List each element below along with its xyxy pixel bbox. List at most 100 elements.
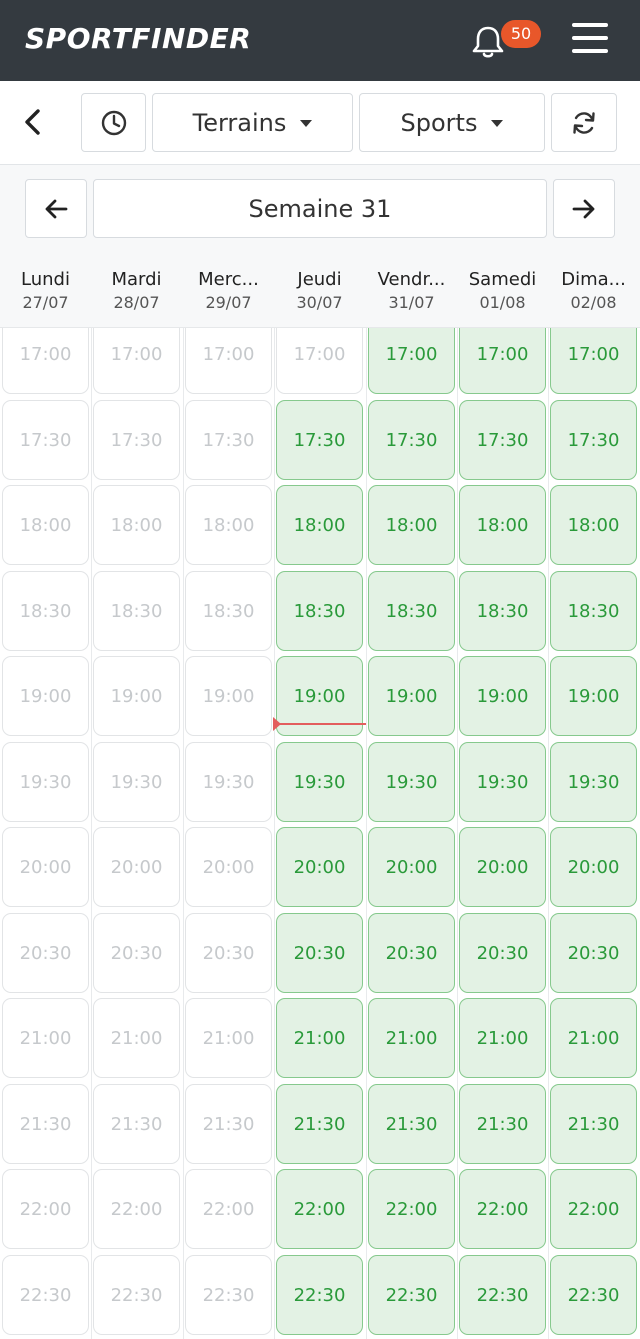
timeslot-available[interactable]: 21:30 <box>368 1084 455 1164</box>
timeslot-unavailable: 21:00 <box>93 998 180 1078</box>
timeslot-available[interactable]: 19:30 <box>459 742 546 822</box>
navbar: SPORTFINDER 50 <box>0 0 640 81</box>
timeslot-available[interactable]: 19:00 <box>368 656 455 736</box>
day-date: 29/07 <box>205 293 252 312</box>
timeslot-available[interactable]: 20:00 <box>276 827 363 907</box>
logo-sport-text: SPORT <box>25 22 132 55</box>
day-name: Samedi <box>468 269 537 290</box>
timeslot-unavailable: 22:00 <box>93 1169 180 1249</box>
timeslot-unavailable: 19:30 <box>185 742 272 822</box>
timeslot-available[interactable]: 19:30 <box>368 742 455 822</box>
timeslot-unavailable: 20:00 <box>93 827 180 907</box>
timeslot-available[interactable]: 18:30 <box>550 571 637 651</box>
timeslot-unavailable: 17:30 <box>185 400 272 480</box>
timeslot-available[interactable]: 18:30 <box>368 571 455 651</box>
timeslot-available[interactable]: 21:00 <box>459 998 546 1078</box>
timeslot-available[interactable]: 19:30 <box>276 742 363 822</box>
timeslot-available[interactable]: 21:00 <box>550 998 637 1078</box>
timeslot-available[interactable]: 20:00 <box>550 827 637 907</box>
timeslot-unavailable: 20:00 <box>185 827 272 907</box>
day-column: 17:00 17:30 18:00 18:30 19:00 19:30 20:00 20:30… <box>457 328 548 1339</box>
timeslot-available[interactable]: 20:30 <box>459 913 546 993</box>
timeslot-available[interactable]: 20:00 <box>459 827 546 907</box>
clock-icon <box>101 110 126 135</box>
timeslot-unavailable: 19:30 <box>2 742 89 822</box>
timeslot-available[interactable]: 22:30 <box>459 1255 546 1335</box>
timeslot-unavailable: 17:30 <box>93 400 180 480</box>
terrains-dropdown[interactable]: Terrains <box>152 93 353 152</box>
menu-icon[interactable] <box>572 23 608 57</box>
column-divider <box>457 328 458 1339</box>
timeslot-available[interactable]: 22:00 <box>368 1169 455 1249</box>
timeslot-unavailable: 21:30 <box>185 1084 272 1164</box>
timeslot-unavailable: 17:00 <box>276 328 363 394</box>
timeslot-available[interactable]: 17:30 <box>276 400 363 480</box>
timeslot-available[interactable]: 21:30 <box>550 1084 637 1164</box>
timeslot-available[interactable]: 17:30 <box>550 400 637 480</box>
day-header: Merc... 29/07 <box>183 268 274 314</box>
timeslot-available[interactable]: 22:30 <box>276 1255 363 1335</box>
timeslot-available[interactable]: 21:30 <box>459 1084 546 1164</box>
timeslot-unavailable: 21:00 <box>2 998 89 1078</box>
timeslot-available[interactable]: 18:00 <box>276 485 363 565</box>
timeslot-available[interactable]: 19:00 <box>550 656 637 736</box>
day-name: Vendr... <box>377 269 446 290</box>
timeslot-available[interactable]: 20:00 <box>368 827 455 907</box>
day-column: 17:00 17:30 18:00 18:30 19:00 19:30 20:00 20:30… <box>548 328 639 1339</box>
timeslot-unavailable: 21:30 <box>2 1084 89 1164</box>
timeslot-available[interactable]: 18:00 <box>368 485 455 565</box>
next-week-button[interactable] <box>553 179 615 238</box>
timeslot-available[interactable]: 21:00 <box>276 998 363 1078</box>
timeslot-available[interactable]: 19:00 <box>459 656 546 736</box>
timeslot-unavailable: 18:00 <box>93 485 180 565</box>
timeslot-available[interactable]: 19:30 <box>550 742 637 822</box>
timeslot-available[interactable]: 17:00 <box>459 328 546 394</box>
timeslot-unavailable: 22:00 <box>2 1169 89 1249</box>
timeslot-available[interactable]: 20:30 <box>276 913 363 993</box>
timeslot-available[interactable]: 21:30 <box>276 1084 363 1164</box>
timeslot-available[interactable]: 22:00 <box>459 1169 546 1249</box>
refresh-button[interactable] <box>551 93 617 152</box>
sportfinder-logo[interactable]: SPORTFINDER <box>25 22 251 55</box>
timeslot-unavailable: 20:30 <box>185 913 272 993</box>
day-date: 31/07 <box>388 293 435 312</box>
timeslot-available[interactable]: 17:30 <box>368 400 455 480</box>
timeslot-available[interactable]: 17:00 <box>368 328 455 394</box>
timeslot-available[interactable]: 21:00 <box>368 998 455 1078</box>
week-button[interactable]: Semaine 31 <box>93 179 547 238</box>
timeslot-available[interactable]: 18:00 <box>550 485 637 565</box>
timeslot-available[interactable]: 18:30 <box>459 571 546 651</box>
timeslot-unavailable: 19:00 <box>93 656 180 736</box>
caret-down-icon <box>300 120 313 127</box>
day-date: 01/08 <box>479 293 526 312</box>
timeslot-unavailable: 22:00 <box>185 1169 272 1249</box>
timeslot-unavailable: 22:30 <box>185 1255 272 1335</box>
timeslot-available[interactable]: 18:30 <box>276 571 363 651</box>
timeslot-available[interactable]: 22:30 <box>550 1255 637 1335</box>
back-button[interactable] <box>14 102 54 142</box>
timeslot-available[interactable]: 22:00 <box>550 1169 637 1249</box>
day-header: Jeudi 30/07 <box>274 268 365 314</box>
timeslot-available[interactable]: 22:30 <box>368 1255 455 1335</box>
timeslot-available[interactable]: 17:00 <box>550 328 637 394</box>
sports-dropdown[interactable]: Sports <box>359 93 545 152</box>
timeslot-available[interactable]: 17:30 <box>459 400 546 480</box>
timeslot-available[interactable]: 20:30 <box>368 913 455 993</box>
previous-week-button[interactable] <box>25 179 87 238</box>
timeslot-unavailable: 19:30 <box>93 742 180 822</box>
timeslot-unavailable: 21:30 <box>93 1084 180 1164</box>
timeslot-available[interactable]: 22:00 <box>276 1169 363 1249</box>
refresh-icon <box>573 111 595 134</box>
column-divider <box>548 328 549 1339</box>
day-name: Merc... <box>198 269 259 290</box>
column-divider <box>366 328 367 1339</box>
timeslot-available[interactable]: 18:00 <box>459 485 546 565</box>
timeslot-unavailable: 17:00 <box>93 328 180 394</box>
timeslot-available[interactable]: 20:30 <box>550 913 637 993</box>
time-filter-button[interactable] <box>81 93 146 152</box>
day-name: Lundi <box>21 269 70 290</box>
arrow-left-icon <box>45 199 68 218</box>
notification-badge: 50 <box>501 20 541 48</box>
current-time-line <box>276 723 366 725</box>
timeslot-unavailable: 22:30 <box>2 1255 89 1335</box>
